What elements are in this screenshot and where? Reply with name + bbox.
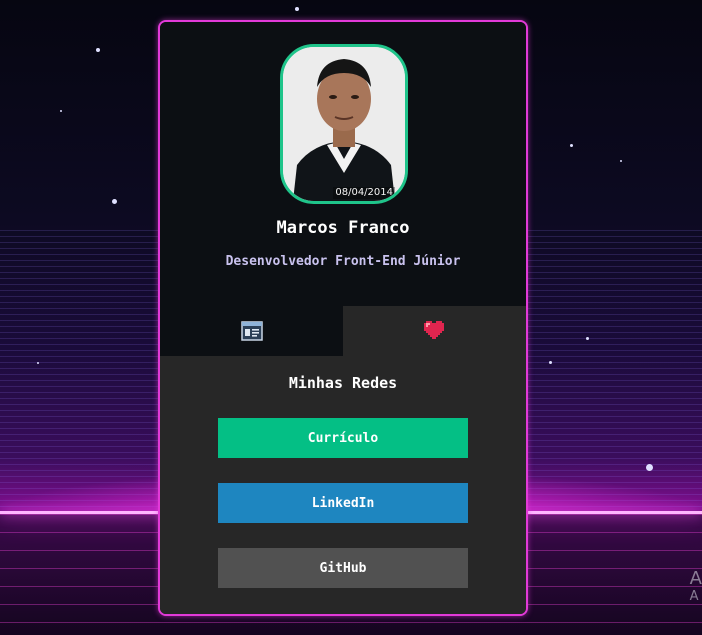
resume-button[interactable]: Currículo (218, 418, 468, 458)
star (295, 7, 299, 11)
social-panel: Minhas Redes Currículo LinkedIn GitHub (160, 356, 526, 614)
star (620, 160, 622, 162)
star (37, 362, 39, 364)
photo-date-stamp: 08/04/2014 (333, 187, 395, 199)
watermark-line: A (689, 589, 699, 604)
star (549, 361, 552, 364)
watermark-line: A (689, 568, 702, 589)
tab-about[interactable] (160, 306, 343, 356)
avatar-photo (283, 47, 405, 201)
tab-social-links[interactable] (343, 306, 526, 356)
social-title: Minhas Redes (288, 374, 398, 392)
avatar: 08/04/2014 (280, 44, 408, 204)
star (60, 110, 62, 112)
profile-role: Desenvolvedor Front-End Júnior (225, 254, 461, 269)
star (96, 48, 100, 52)
star (646, 464, 653, 471)
star (112, 199, 117, 204)
heart-icon (423, 321, 444, 339)
star (586, 337, 589, 340)
id-card-icon (240, 321, 263, 341)
linkedin-button[interactable]: LinkedIn (218, 483, 468, 523)
tab-bar (160, 306, 526, 356)
profile-name: Marcos Franco (276, 218, 410, 238)
profile-card: 08/04/2014 Marcos Franco Desenvolvedor F… (158, 20, 528, 616)
star (570, 144, 573, 147)
github-button[interactable]: GitHub (218, 548, 468, 588)
watermark: A A (690, 570, 702, 606)
profile-header: 08/04/2014 Marcos Franco Desenvolvedor F… (160, 22, 526, 306)
